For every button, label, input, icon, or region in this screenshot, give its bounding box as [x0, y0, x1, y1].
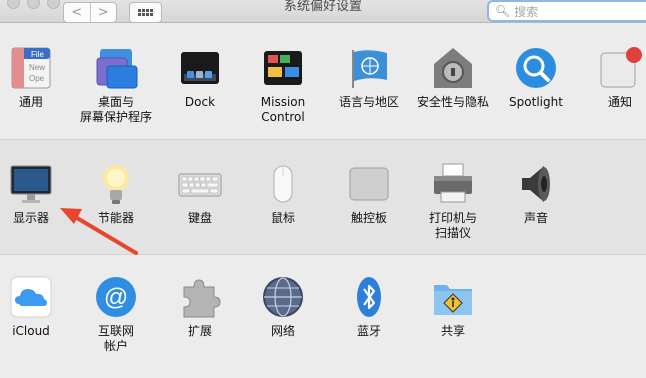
system-preferences-window: < > 系统偏好设置 🔍︎ 搜索 File New Ope 通用 桌面与 屏幕保…: [0, 0, 646, 378]
annotation-arrow: [60, 208, 138, 255]
